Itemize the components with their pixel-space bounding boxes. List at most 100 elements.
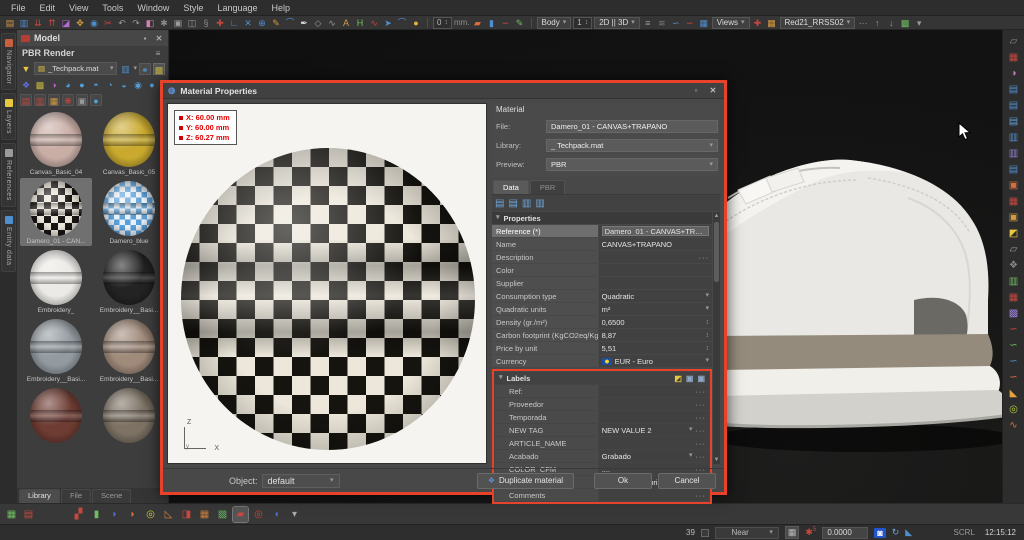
cancel-button[interactable]: Cancel [658,473,716,489]
material-thumb[interactable]: Canvas_Basic_04 [20,109,92,177]
copy-icon[interactable]: ▣ [686,374,694,383]
sphere-7-icon[interactable]: ● [146,79,158,91]
grid-orange-icon[interactable]: ▦ [48,94,60,106]
section-icon[interactable]: § [200,17,212,29]
align-mid-icon[interactable]: ≋ [656,17,668,29]
property-row[interactable]: Description··· [492,251,712,263]
align-top-icon[interactable]: ≡ [642,17,654,29]
more-button[interactable]: ··· [696,439,707,448]
menu-help[interactable]: Help [264,2,297,14]
spinner-arrows-icon[interactable]: ↕ [706,332,710,339]
property-value[interactable]: CANVAS+TRAPANO [599,238,712,250]
grid-toggle-icon[interactable]: ▦ [785,526,800,539]
spinner-arrows-icon[interactable]: ↕ [444,19,448,27]
property-value[interactable]: 0,6500↕ [599,316,712,328]
property-row[interactable]: Price by unit5,51↕ [492,342,712,354]
sphere-blue-icon[interactable]: ● [90,94,102,106]
lock-blue-icon[interactable]: ▣ [1006,178,1022,193]
tool-map-icon[interactable]: ▩ [215,507,230,522]
shoe-green-icon[interactable]: ∽ [1006,338,1022,353]
property-row[interactable]: NameCANVAS+TRAPANO [492,238,712,250]
properties-section-header[interactable]: ▾ Properties [492,212,712,224]
views-dropdown[interactable]: Views▾ [712,17,750,29]
material-thumb[interactable]: Damero_01 - CAN... [20,178,92,246]
sync-icon[interactable]: ↻ [892,527,900,538]
more-button[interactable]: ··· [699,253,710,262]
tool-swoosh-orange-icon[interactable]: ◗ [125,507,140,522]
tool-grid-multi-icon[interactable]: ▦ [197,507,212,522]
sphere-view-toggle[interactable]: ⚭ [139,63,151,75]
property-value[interactable]: Damero_01 - CANVAS+TRAPANO [599,225,712,237]
property-row[interactable]: Quadratic unitsm²▾ [492,303,712,315]
labels-section-header[interactable]: ▾ Labels ◩ ▣ ▣ [495,372,709,384]
snap-checkbox[interactable] [701,529,709,537]
tab-data[interactable]: Data [493,180,529,194]
property-value[interactable]: m²▾ [599,303,712,315]
sphere-2-icon[interactable]: ● [76,79,88,91]
tool-heel-icon[interactable]: ◺ [161,507,176,522]
copy-data-icon[interactable]: ▤ [495,198,504,209]
property-row[interactable]: Color [492,264,712,276]
coordinate-field[interactable]: 0.0000 [822,527,868,539]
close-icon[interactable]: ✕ [707,86,719,95]
label-row[interactable]: AcabadoGrabado▾··· [495,450,709,462]
tool-caret-icon[interactable]: ▾ [287,507,302,522]
shoe-red-icon[interactable]: ∽ [1006,322,1022,337]
panel-tab-scene[interactable]: Scene [92,489,131,503]
more-button[interactable]: ··· [696,426,707,435]
paste-labels-icon[interactable]: ▥ [535,198,544,209]
sort-icon[interactable]: ▥ [119,63,131,75]
tool-ring-red-icon[interactable]: ◎ [251,507,266,522]
library-dropdown[interactable]: ▤ _Techpack.mat ▾ [34,62,117,75]
doc-green-icon[interactable]: ▥ [1006,274,1022,289]
camera-icon[interactable]: ▣ [76,94,88,106]
folder-blue-2-icon[interactable]: ▤ [1006,98,1022,113]
label-row[interactable]: ARTICLE_NAME··· [495,437,709,449]
scroll-up-icon[interactable]: ▲ [714,212,720,220]
sphere-5-icon[interactable]: ◒ [118,79,130,91]
scroll-down-icon[interactable]: ▼ [714,456,720,464]
material-thumb[interactable]: Canvas_Basic_05 [93,109,165,177]
pen-green-icon[interactable]: ✎ [514,17,526,29]
open-folder-icon[interactable]: ▤ [4,17,16,29]
tool-flag-icon[interactable]: ▮ [89,507,104,522]
more-button[interactable]: ··· [696,413,707,422]
property-value[interactable]: EUR - Euro▾ [599,355,712,367]
arrow-up-icon[interactable]: ↑ [871,17,883,29]
menu-file[interactable]: File [4,2,33,14]
property-row[interactable]: Carbon footprint (KgCO2eq/Kg)8,87↕ [492,329,712,341]
panel-tab-library[interactable]: Library [19,489,60,503]
label-value[interactable]: ··· [599,411,709,423]
rgb-sphere-icon[interactable]: ◑ [48,79,60,91]
image-red-icon[interactable]: ▥ [34,94,46,106]
label-value[interactable]: NEW VALUE 2▾··· [599,424,709,436]
palette2-icon[interactable]: ▩ [899,17,911,29]
target-icon[interactable]: ⊕ [256,17,268,29]
close-icon[interactable]: ✕ [154,34,164,43]
copy-labels-icon[interactable]: ▥ [522,198,531,209]
property-value[interactable] [599,264,712,276]
folder-gray-icon[interactable]: ▱ [1006,242,1022,257]
tool-swoosh-blue-icon[interactable]: ◗ [107,507,122,522]
material-thumb[interactable]: Embroidery_ [20,247,92,315]
checker-sphere-icon[interactable]: ▩ [34,79,46,91]
side-tab-entity-data[interactable]: Entity data [1,210,16,272]
arrow-down-icon[interactable]: ↓ [885,17,897,29]
property-value[interactable]: 5,51↕ [599,342,712,354]
shoe-orange-icon[interactable]: ∽ [1006,370,1022,385]
more-button[interactable]: ··· [696,452,707,461]
folder-blue-3-icon[interactable]: ▤ [1006,114,1022,129]
property-row[interactable]: Reference (*)Damero_01 - CANVAS+TRAPANO [492,225,712,237]
material-thumb[interactable] [20,385,92,446]
spinner-arrows-icon[interactable]: ↕ [585,19,589,27]
body-dropdown[interactable]: Body▾ [537,17,572,29]
plane-icon[interactable]: ◣ [905,527,912,538]
sphere-3-icon[interactable]: ◓ [90,79,102,91]
palette-icon[interactable]: ▦ [766,17,778,29]
ok-button[interactable]: Ok [594,473,652,489]
paste-icon[interactable]: ▣ [697,374,705,383]
near-dropdown[interactable]: Near▾ [715,527,779,539]
spline-red-icon[interactable]: ∿ [368,17,380,29]
render-preset-dropdown[interactable]: Red21_RRSS02▾ [780,17,856,29]
sphere-6-icon[interactable]: ◉ [132,79,144,91]
